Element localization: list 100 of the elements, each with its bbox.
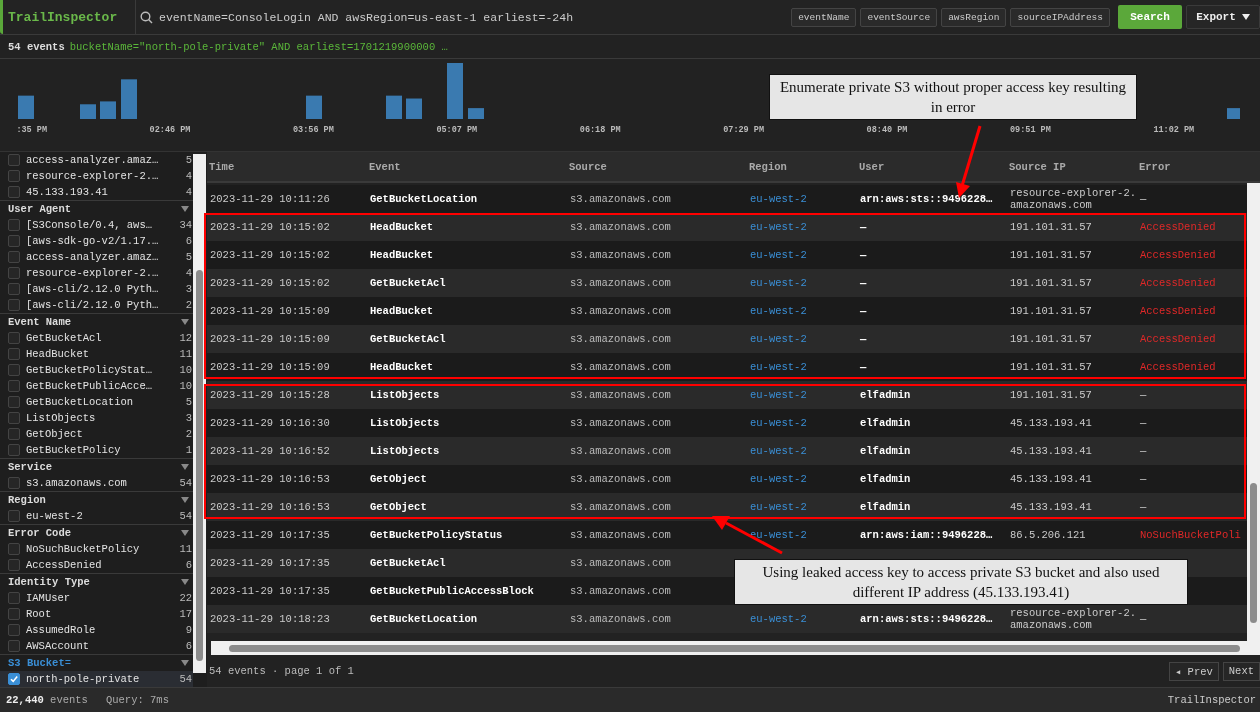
region-link[interactable]: eu-west-2 bbox=[750, 529, 860, 541]
checkbox[interactable] bbox=[8, 477, 20, 489]
checkbox[interactable] bbox=[8, 154, 20, 166]
facet-item[interactable]: north-pole-private 54 bbox=[0, 671, 193, 687]
table-row[interactable]: 2023-11-29 10:15:02 GetBucketAcl s3.amazonaws.com eu-west-2 — 191.101.31.57 AccessDenied bbox=[207, 269, 1247, 297]
checkbox[interactable] bbox=[8, 444, 20, 456]
facet-item[interactable]: NoSuchBucketPolicy 11 bbox=[0, 541, 193, 557]
facet-header[interactable]: Service bbox=[0, 459, 193, 475]
table-row[interactable]: 2023-11-29 10:17:35 GetBucketPolicyStatus s3.amazonaws.com eu-west-2 arn:aws:iam::9496228… 86.5.206.121 NoSuchBucketPoli bbox=[207, 521, 1247, 549]
page-button[interactable]: ◂ Prev bbox=[1168, 661, 1219, 681]
facet-item[interactable]: GetBucketLocation 5 bbox=[0, 394, 193, 410]
facet-item[interactable]: [aws-cli/2.12.0 Pyth… 3 bbox=[0, 281, 193, 297]
page-button[interactable]: Next bbox=[1222, 661, 1260, 681]
region-link[interactable]: eu-west-2 bbox=[750, 473, 860, 485]
facet-header[interactable]: Identity Type bbox=[0, 574, 193, 590]
table-row[interactable]: 2023-11-29 10:15:09 HeadBucket s3.amazonaws.com eu-west-2 — 191.101.31.57 AccessDenied bbox=[207, 353, 1247, 381]
table-row[interactable]: 2023-11-29 10:16:53 GetObject s3.amazonaws.com eu-west-2 elfadmin 45.133.193.41 — bbox=[207, 465, 1247, 493]
checkbox[interactable] bbox=[8, 592, 20, 604]
checkbox[interactable] bbox=[8, 640, 20, 652]
facet-item[interactable]: resource-explorer-2.… 4 bbox=[0, 265, 193, 281]
region-link[interactable]: eu-west-2 bbox=[750, 277, 860, 289]
export-button[interactable]: Export bbox=[1186, 5, 1260, 29]
field-chip[interactable]: sourceIPAddress bbox=[1010, 7, 1110, 27]
facet-header[interactable]: S3 Bucket= bbox=[0, 655, 193, 671]
facet-item[interactable]: GetBucketPolicyStat… 10 bbox=[0, 362, 193, 378]
column-header[interactable]: Time bbox=[209, 160, 369, 173]
facet-item[interactable]: [aws-cli/2.12.0 Pyth… 2 bbox=[0, 297, 193, 313]
checkbox[interactable] bbox=[8, 235, 20, 247]
table-row[interactable]: 2023-11-29 10:16:53 GetObject s3.amazonaws.com eu-west-2 elfadmin 45.133.193.41 — bbox=[207, 493, 1247, 521]
facet-item[interactable]: Root 17 bbox=[0, 606, 193, 622]
region-link[interactable]: eu-west-2 bbox=[750, 417, 860, 429]
field-chip[interactable]: awsRegion bbox=[941, 7, 1007, 27]
checkbox[interactable] bbox=[8, 332, 20, 344]
facet-item[interactable]: access-analyzer.amaz… 5 bbox=[0, 249, 193, 265]
checkbox[interactable] bbox=[8, 267, 20, 279]
scrollbar[interactable] bbox=[211, 641, 1260, 655]
facet-header[interactable]: User Agent bbox=[0, 201, 193, 217]
region-link[interactable]: eu-west-2 bbox=[750, 445, 860, 457]
checkbox[interactable] bbox=[8, 170, 20, 182]
table-row[interactable]: 2023-11-29 10:16:30 ListObjects s3.amazonaws.com eu-west-2 elfadmin 45.133.193.41 — bbox=[207, 409, 1247, 437]
facet-item[interactable]: s3.amazonaws.com 54 bbox=[0, 475, 193, 491]
table-row[interactable]: 2023-11-29 10:15:28 ListObjects s3.amazonaws.com eu-west-2 elfadmin 191.101.31.57 — bbox=[207, 381, 1247, 409]
checkbox[interactable] bbox=[8, 396, 20, 408]
facet-item[interactable]: eu-west-2 54 bbox=[0, 508, 193, 524]
region-link[interactable]: eu-west-2 bbox=[750, 389, 860, 401]
checkbox[interactable] bbox=[8, 543, 20, 555]
column-header[interactable]: User bbox=[859, 160, 1009, 173]
checkbox[interactable] bbox=[8, 510, 20, 522]
facet-item[interactable]: 45.133.193.41 4 bbox=[0, 184, 193, 200]
region-link[interactable]: eu-west-2 bbox=[750, 249, 860, 261]
region-link[interactable]: eu-west-2 bbox=[750, 501, 860, 513]
facet-item[interactable]: GetBucketPolicy 1 bbox=[0, 442, 193, 458]
facet-item[interactable]: AWSAccount 6 bbox=[0, 638, 193, 654]
checkbox[interactable] bbox=[8, 428, 20, 440]
checkbox[interactable] bbox=[8, 348, 20, 360]
region-link[interactable]: eu-west-2 bbox=[750, 221, 860, 233]
field-chip[interactable]: eventName bbox=[791, 7, 857, 27]
facet-item[interactable]: GetObject 2 bbox=[0, 426, 193, 442]
checkbox[interactable] bbox=[8, 624, 20, 636]
facet-item[interactable]: IAMUser 22 bbox=[0, 590, 193, 606]
column-header[interactable]: Source IP bbox=[1009, 160, 1139, 173]
checkbox[interactable] bbox=[8, 673, 20, 685]
app-logo[interactable]: TrailInspector bbox=[3, 9, 118, 25]
facet-item[interactable]: AssumedRole 9 bbox=[0, 622, 193, 638]
column-header[interactable]: Source bbox=[569, 160, 749, 173]
facet-item[interactable]: GetBucketAcl 12 bbox=[0, 330, 193, 346]
facet-item[interactable]: ListObjects 3 bbox=[0, 410, 193, 426]
checkbox[interactable] bbox=[8, 559, 20, 571]
region-link[interactable]: eu-west-2 bbox=[750, 333, 860, 345]
checkbox[interactable] bbox=[8, 364, 20, 376]
checkbox[interactable] bbox=[8, 283, 20, 295]
facet-item[interactable]: resource-explorer-2.… 4 bbox=[0, 168, 193, 184]
facet-item[interactable]: [aws-sdk-go-v2/1.17.… 6 bbox=[0, 233, 193, 249]
facet-item[interactable]: AccessDenied 6 bbox=[0, 557, 193, 573]
table-row[interactable]: 2023-11-29 10:16:52 ListObjects s3.amazonaws.com eu-west-2 elfadmin 45.133.193.41 — bbox=[207, 437, 1247, 465]
facet-item[interactable]: access-analyzer.amaz… 5 bbox=[0, 152, 193, 168]
facet-item[interactable]: [S3Console/0.4, aws… 34 bbox=[0, 217, 193, 233]
checkbox[interactable] bbox=[8, 186, 20, 198]
region-link[interactable]: eu-west-2 bbox=[750, 361, 860, 373]
search-field[interactable]: eventName=ConsoleLogin AND awsRegion=us-east-1 earliest=-24h bbox=[159, 10, 719, 24]
checkbox[interactable] bbox=[8, 219, 20, 231]
scrollbar[interactable] bbox=[193, 154, 206, 673]
checkbox[interactable] bbox=[8, 380, 20, 392]
facet-header[interactable]: Region bbox=[0, 492, 193, 508]
region-link[interactable]: eu-west-2 bbox=[750, 193, 860, 205]
table-row[interactable]: 2023-11-29 10:15:02 HeadBucket s3.amazonaws.com eu-west-2 — 191.101.31.57 AccessDenied bbox=[207, 213, 1247, 241]
checkbox[interactable] bbox=[8, 608, 20, 620]
checkbox[interactable] bbox=[8, 299, 20, 311]
region-link[interactable]: eu-west-2 bbox=[750, 305, 860, 317]
table-row[interactable]: 2023-11-29 10:15:02 HeadBucket s3.amazonaws.com eu-west-2 — 191.101.31.57 AccessDenied bbox=[207, 241, 1247, 269]
table-row[interactable]: 2023-11-29 10:15:09 GetBucketAcl s3.amazonaws.com eu-west-2 — 191.101.31.57 AccessDenied bbox=[207, 325, 1247, 353]
region-link[interactable]: eu-west-2 bbox=[750, 613, 860, 625]
column-header[interactable]: Region bbox=[749, 160, 859, 173]
facet-header[interactable]: Error Code bbox=[0, 525, 193, 541]
column-header[interactable]: Error bbox=[1139, 160, 1260, 173]
scrollbar[interactable] bbox=[1247, 183, 1260, 641]
checkbox[interactable] bbox=[8, 251, 20, 263]
facet-item[interactable]: HeadBucket 11 bbox=[0, 346, 193, 362]
facet-item[interactable]: GetBucketPublicAcce… 10 bbox=[0, 378, 193, 394]
table-row[interactable]: 2023-11-29 10:15:09 HeadBucket s3.amazonaws.com eu-west-2 — 191.101.31.57 AccessDenied bbox=[207, 297, 1247, 325]
